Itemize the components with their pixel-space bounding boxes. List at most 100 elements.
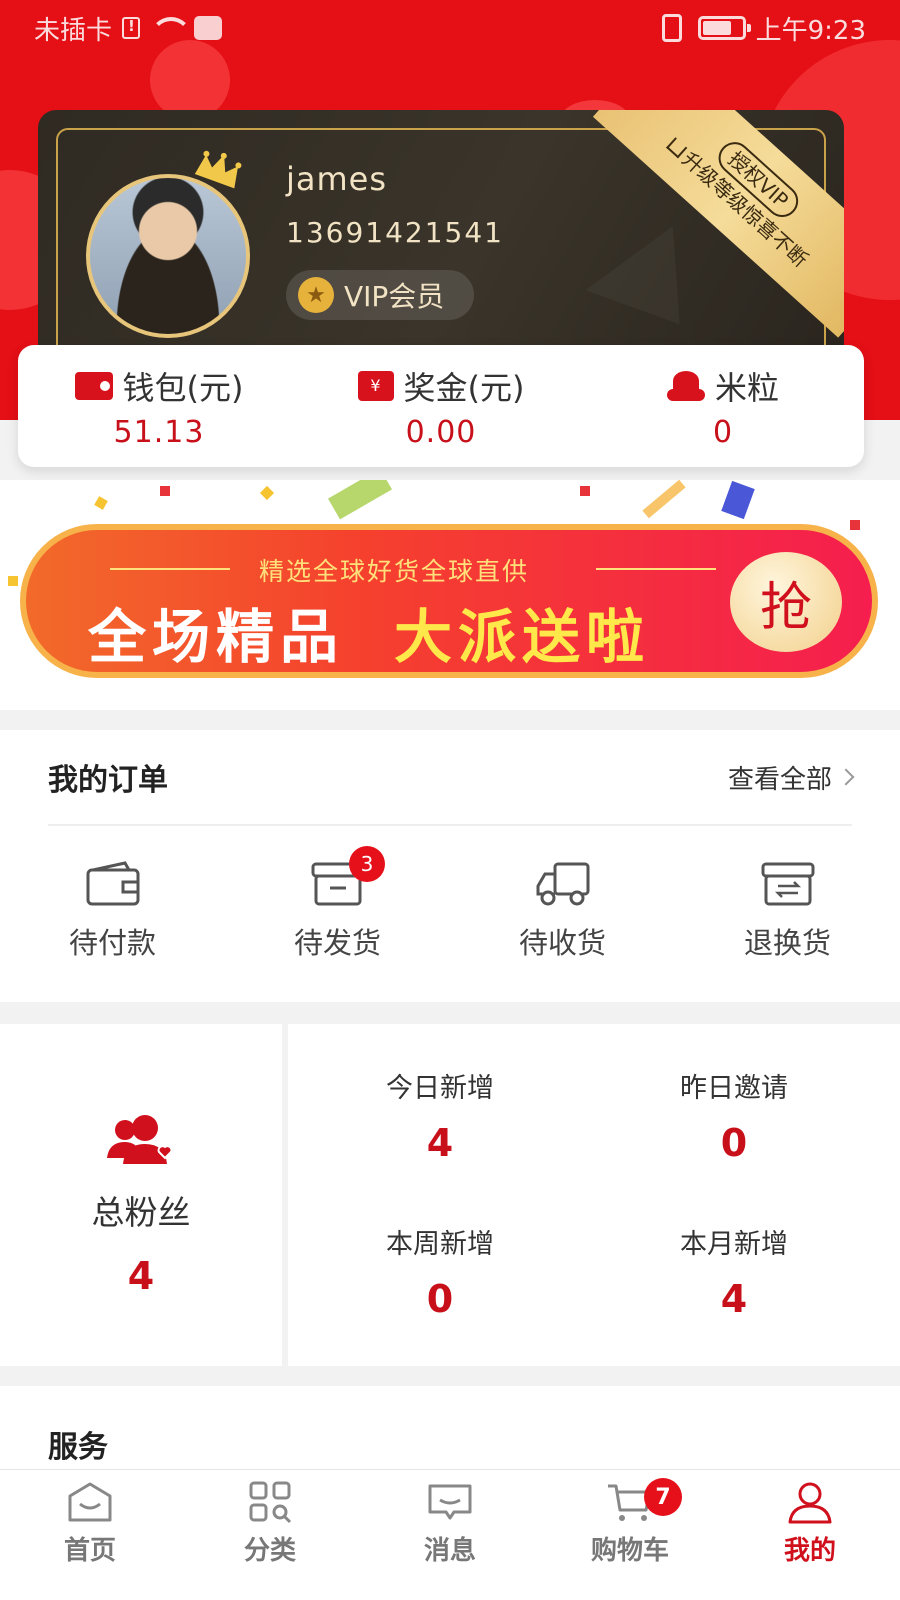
cart-count-badge: 7 [644, 1478, 682, 1516]
services-title: 服务 [48, 1430, 108, 1465]
confetti [850, 520, 860, 530]
category-icon [246, 1480, 294, 1524]
tab-cart[interactable]: 购物车 7 [540, 1470, 720, 1600]
orders-header: 我的订单 查看全部 [48, 730, 855, 826]
fans-icon [103, 1114, 179, 1168]
order-count-badge: 3 [349, 846, 385, 882]
tab-home[interactable]: 首页 [0, 1470, 180, 1600]
wallet-top: 米粒 [666, 363, 779, 409]
order-item-to-ship[interactable]: 待发货 3 [225, 846, 450, 962]
order-item-pending-payment[interactable]: 待付款 [0, 860, 225, 962]
sim-alert-icon [122, 17, 141, 39]
stat-value: 4 [426, 1121, 454, 1165]
wallet-outline-icon [85, 860, 141, 908]
truck-icon [535, 860, 591, 908]
bonus-label: 奖金(元) [403, 368, 525, 407]
banner-headline-yellow: 大派送啦 [394, 603, 651, 671]
promo-banner[interactable]: 精选全球好货全球直供 全场精品 大派送啦 抢 [20, 524, 878, 678]
stat-month-new[interactable]: 本月新增 4 [584, 1222, 884, 1321]
exchange-icon [760, 860, 816, 908]
services-section: 服务 [0, 1386, 900, 1476]
user-card[interactable]: james 13691421541 ★ VIP会员 授权VIP 升级等级惊喜不断 [38, 110, 844, 350]
wallet-value: 51.13 [113, 414, 205, 450]
stat-value: 0 [720, 1121, 748, 1165]
huawei-icon [194, 16, 223, 40]
stat-label: 本月新增 [680, 1229, 788, 1260]
star-icon: ★ [298, 277, 334, 313]
wallet-label: 钱包(元) [122, 368, 244, 407]
bonus-icon: ¥ [357, 370, 394, 401]
tab-category[interactable]: 分类 [180, 1470, 360, 1600]
total-fans-panel[interactable]: 总粉丝 4 [0, 1024, 282, 1366]
status-bar: 未插卡 上午9:23 [0, 0, 900, 56]
stat-value: 4 [720, 1277, 748, 1321]
home-icon [66, 1480, 114, 1524]
confetti [580, 486, 590, 496]
stat-label: 昨日邀请 [680, 1073, 788, 1104]
avatar[interactable] [86, 174, 250, 338]
wallet-item-balance[interactable]: 钱包(元) 51.13 [18, 345, 300, 467]
bottom-tab-bar: 首页 分类 消息 购物车 7 我的 [0, 1469, 900, 1600]
carrier-text: 未插卡 [34, 15, 113, 46]
banner-headline: 全场精品 大派送啦 [88, 590, 651, 672]
wallet-card: 钱包(元) 51.13 ¥ 奖金(元) 0.00 米粒 0 [18, 345, 864, 467]
view-all-label: 查看全部 [727, 764, 832, 795]
wallet-top: 钱包(元) [74, 363, 244, 409]
wallet-item-rice[interactable]: 米粒 0 [582, 345, 864, 467]
status-time: 上午9:23 [755, 15, 866, 46]
wallet-item-bonus[interactable]: ¥ 奖金(元) 0.00 [300, 345, 582, 467]
total-fans-label: 总粉丝 [91, 1193, 191, 1232]
battery-icon [697, 16, 751, 40]
tab-label: 首页 [63, 1536, 116, 1566]
total-fans-value: 4 [127, 1254, 155, 1298]
vibrate-icon [661, 14, 682, 42]
stat-yesterday-invite[interactable]: 昨日邀请 0 [584, 1066, 884, 1165]
fans-section: 总粉丝 4 今日新增 4 昨日邀请 0 本周新增 0 本月新增 4 [0, 1024, 900, 1366]
upgrade-icon [666, 137, 688, 159]
rice-icon [666, 370, 705, 401]
tab-label: 分类 [243, 1536, 296, 1566]
status-right: 上午9:23 [661, 10, 866, 47]
vip-level-label: VIP会员 [344, 280, 445, 313]
banner-headline-white: 全场精品 [88, 603, 345, 671]
order-label: 退换货 [743, 926, 831, 960]
my-orders-section: 我的订单 查看全部 待付款 待发货 3 待收货 退换货 [0, 730, 900, 1002]
confetti [642, 480, 686, 519]
stat-value: 0 [426, 1277, 454, 1321]
rice-value: 0 [712, 414, 734, 450]
tab-profile[interactable]: 我的 [720, 1470, 900, 1600]
stat-week-new[interactable]: 本周新增 0 [290, 1222, 590, 1321]
rice-label: 米粒 [714, 368, 779, 407]
wallet-icon [74, 371, 113, 400]
grab-button[interactable]: 抢 [730, 552, 842, 652]
message-icon [426, 1480, 474, 1524]
confetti [160, 486, 170, 496]
bonus-value: 0.00 [405, 414, 477, 450]
confetti [8, 576, 18, 586]
order-item-to-receive[interactable]: 待收货 [450, 860, 675, 962]
stat-label: 本周新增 [386, 1229, 494, 1260]
confetti [259, 485, 275, 501]
order-item-return-exchange[interactable]: 退换货 [675, 860, 900, 962]
banner-subtitle: 精选全球好货全球直供 [258, 557, 529, 586]
order-status-row: 待付款 待发货 3 待收货 退换货 [0, 846, 900, 962]
chevron-right-icon [837, 768, 855, 786]
stat-today-new[interactable]: 今日新增 4 [290, 1066, 590, 1165]
promo-banner-area: 精选全球好货全球直供 全场精品 大派送啦 抢 [0, 480, 900, 710]
order-label: 待付款 [68, 926, 156, 960]
profile-icon [786, 1480, 834, 1524]
confetti [721, 480, 755, 520]
tab-label: 购物车 [590, 1536, 669, 1566]
user-phone: 13691421541 [286, 216, 504, 249]
tab-label: 消息 [423, 1536, 476, 1566]
stat-label: 今日新增 [386, 1073, 494, 1104]
tab-messages[interactable]: 消息 [360, 1470, 540, 1600]
order-label: 待收货 [518, 926, 606, 960]
order-label: 待发货 [293, 926, 381, 960]
tab-label: 我的 [783, 1536, 836, 1566]
wallet-top: ¥ 奖金(元) [357, 363, 525, 409]
vip-level-badge[interactable]: ★ VIP会员 [286, 270, 474, 320]
avatar-wrap[interactable] [86, 150, 250, 338]
view-all-orders-link[interactable]: 查看全部 [727, 759, 855, 796]
user-name: james [286, 160, 388, 198]
